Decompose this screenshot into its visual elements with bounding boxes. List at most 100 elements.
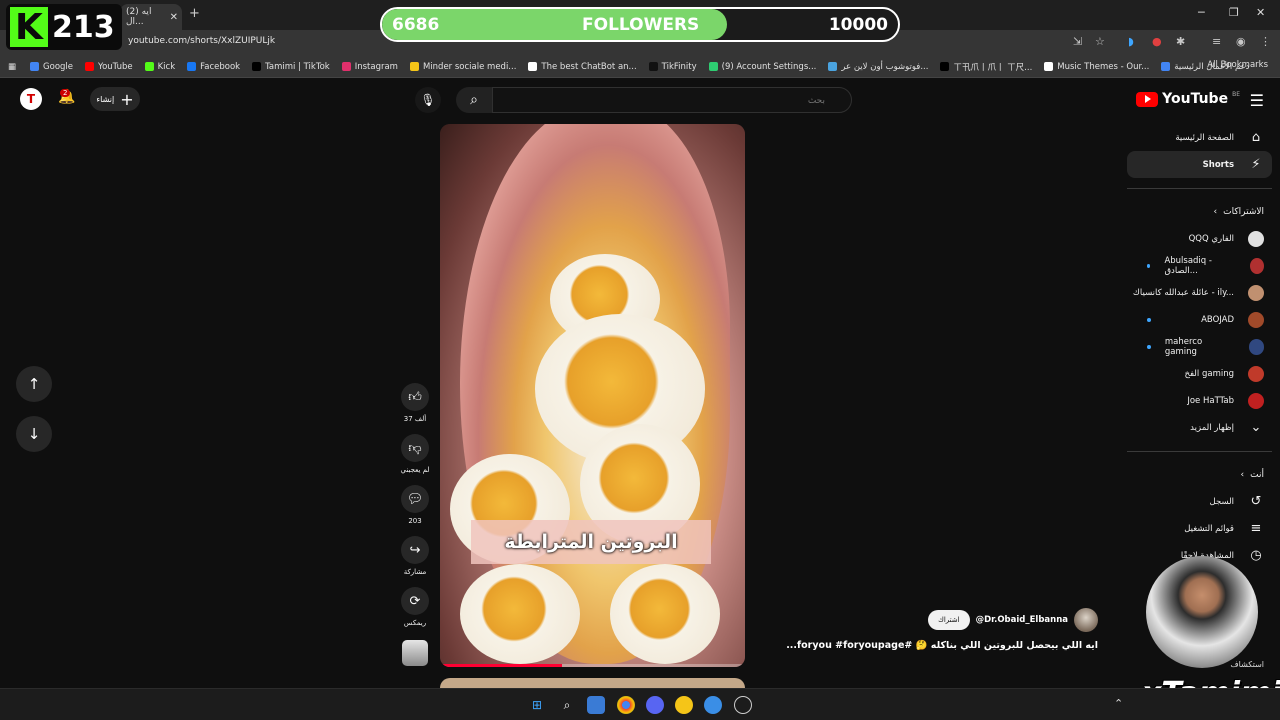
sidebar-item-history[interactable]: السجل ↺ (1127, 488, 1272, 515)
subscriptions-heading-label: الاشتراكات (1223, 207, 1264, 217)
bookmark-favicon-icon (1044, 62, 1054, 71)
shorts-icon: ⚡ (1251, 157, 1261, 172)
bookmark-label: TikFinity (661, 61, 697, 72)
next-short-button[interactable]: ↓ (16, 416, 52, 452)
channel-name[interactable]: @Dr.Obaid_Elbanna (976, 615, 1068, 625)
sidebar-item-label: Shorts (1202, 159, 1234, 170)
sidebar-item-explore[interactable]: استكشاف (1230, 660, 1264, 669)
youtube-logo-text: YouTube (1162, 91, 1229, 107)
bookmark-item[interactable]: YouTube (85, 61, 133, 73)
extensions-puzzle-icon[interactable]: ✱ (1176, 35, 1185, 48)
like-button[interactable]: 👍︎ (401, 383, 429, 411)
discord-icon[interactable] (646, 696, 664, 714)
all-bookmarks[interactable]: All Bookmarks (1207, 60, 1268, 70)
chevron-left-icon: ‹ (1213, 207, 1218, 217)
remix-button[interactable]: ⟳ (401, 587, 429, 615)
extension-icon[interactable]: ◗ (1128, 35, 1134, 48)
bookmark-label: Music Themes - Our... (1057, 61, 1150, 72)
bookmark-item[interactable]: Tamimi | TikTok (252, 61, 330, 73)
bookmark-item[interactable]: Instagram (341, 61, 398, 73)
video-progress-track[interactable] (440, 664, 745, 667)
subscriptions-heading[interactable]: ‹ الاشتراكات (1127, 199, 1272, 225)
bookmark-item[interactable]: ㄒ卂爪丨爪丨 ㄒ尺... (940, 61, 1032, 73)
bookmark-item[interactable]: (9) Account Settings... (708, 61, 816, 73)
previous-short-button[interactable]: ↑ (16, 366, 52, 402)
bookmark-item[interactable]: Facebook (187, 61, 240, 73)
chevron-up-icon[interactable]: ⌃ (1114, 697, 1123, 710)
short-video-player[interactable]: البروتين المترابطة (440, 124, 745, 667)
app-icon[interactable] (675, 696, 693, 714)
hamburger-menu-icon[interactable]: ☰ (1250, 91, 1264, 110)
maximize-icon[interactable]: ❐ (1229, 6, 1239, 19)
dislike-button[interactable]: 👎︎ (401, 434, 429, 462)
you-heading-label: أنت (1250, 470, 1264, 480)
arrow-up-icon: ↑ (27, 375, 41, 393)
bookmark-favicon-icon (341, 62, 351, 71)
region-code: BE (1232, 91, 1240, 98)
new-content-dot (1147, 263, 1151, 268)
streamer-webcam (1146, 556, 1258, 668)
obs-icon[interactable] (734, 696, 752, 714)
browser-tab[interactable]: (2) ايه ال... ✕ (120, 4, 182, 30)
extension-icon[interactable]: ● (1152, 35, 1162, 48)
sidebar-subscription-item[interactable]: عائلة عبدالله كانسياك - ily... (1127, 279, 1272, 306)
browser-menu-icon[interactable]: ⋮ (1260, 35, 1271, 48)
media-control-icon[interactable]: ≡ (1212, 35, 1221, 48)
app-icon[interactable] (704, 696, 722, 714)
close-window-icon[interactable]: ✕ (1256, 6, 1265, 19)
sidebar-subscription-item[interactable]: Joe HaTTab (1127, 387, 1272, 414)
bookmark-item[interactable]: Google (30, 61, 73, 73)
bookmark-item[interactable]: فوتوشوب أون لاين عر... (828, 61, 928, 73)
file-explorer-icon[interactable] (587, 696, 605, 714)
bookmark-item[interactable]: The best ChatBot an... (528, 61, 637, 73)
short-actions: 👍︎ 37 ألف 👎︎ لم يعجبني 💬︎ 203 ↪ مشاركة ⟳… (400, 383, 430, 666)
you-heading[interactable]: ‹ أنت (1127, 462, 1272, 488)
channel-avatar[interactable] (1074, 608, 1098, 632)
sidebar-item-home[interactable]: الصفحة الرئيسية ⌂ (1127, 124, 1272, 151)
share-label: مشاركة (403, 568, 427, 576)
subscription-name: QQQ الفاري (1188, 233, 1234, 244)
windows-start-icon[interactable]: ⊞ (528, 696, 546, 714)
sound-thumbnail[interactable] (402, 640, 428, 666)
profile-icon[interactable]: ◉ (1236, 35, 1246, 48)
arrow-down-icon: ↓ (27, 425, 41, 443)
minimize-icon[interactable]: ─ (1198, 6, 1205, 19)
windows-taskbar: ⊞ ⌕ ⌃ (0, 688, 1280, 720)
bookmark-label: Facebook (200, 61, 241, 72)
apps-icon[interactable]: ▦ (8, 62, 16, 72)
bookmark-item[interactable]: Kick (144, 61, 175, 73)
url-field[interactable]: youtube.com/shorts/XxlZUIPULjk (128, 36, 275, 46)
video-egg-illustration (610, 564, 720, 664)
short-channel-row: اشتراك @Dr.Obaid_Elbanna (928, 608, 1098, 632)
bookmark-item[interactable]: Minder sociale medi... (409, 61, 516, 73)
bookmark-favicon-icon (648, 62, 658, 71)
sidebar-subscription-item[interactable]: QQQ الفاري (1127, 225, 1272, 252)
close-tab-icon[interactable]: ✕ (170, 12, 178, 23)
chrome-icon[interactable] (617, 696, 635, 714)
youtube-logo[interactable]: YouTube BE (1136, 91, 1240, 107)
show-more-button[interactable]: إظهار المزيد ⌄ (1127, 414, 1272, 441)
channel-avatar (1248, 338, 1264, 355)
short-title[interactable]: ايه اللي بيحصل للبروتين اللي بناكله 🤔 #f… (786, 640, 1098, 651)
sidebar-subscription-item[interactable]: Abulsadiq - الصادق... (1127, 252, 1272, 279)
sidebar-subscription-item[interactable]: maherco gaming (1127, 333, 1272, 360)
sidebar-subscription-item[interactable]: ABOJAD (1127, 306, 1272, 333)
channel-avatar (1248, 365, 1264, 382)
sidebar-subscription-item[interactable]: الفخ gaming (1127, 360, 1272, 387)
bookmark-item[interactable]: TikFinity (648, 61, 697, 73)
subscription-name: الفخ gaming (1184, 368, 1234, 379)
taskbar-search-icon[interactable]: ⌕ (558, 696, 576, 714)
bookmark-label: The best ChatBot an... (541, 61, 637, 72)
sidebar-item-shorts[interactable]: Shorts ⚡ (1127, 151, 1272, 178)
subscribe-button[interactable]: اشتراك (928, 610, 970, 630)
followers-current: 6686 (392, 15, 440, 35)
sidebar-item-playlists[interactable]: قوائم التشغيل ≡ (1127, 515, 1272, 542)
bookmark-item[interactable]: Music Themes - Our... (1044, 61, 1149, 73)
subscription-name: عائلة عبدالله كانسياك - ily... (1132, 287, 1234, 298)
kick-logo-icon: K (10, 7, 48, 48)
bookmark-star-icon[interactable]: ☆ (1095, 35, 1105, 48)
comments-button[interactable]: 💬︎ (401, 485, 429, 513)
share-button[interactable]: ↪ (401, 536, 429, 564)
new-tab-icon[interactable]: + (189, 6, 200, 21)
install-icon[interactable]: ⇲ (1073, 35, 1082, 48)
